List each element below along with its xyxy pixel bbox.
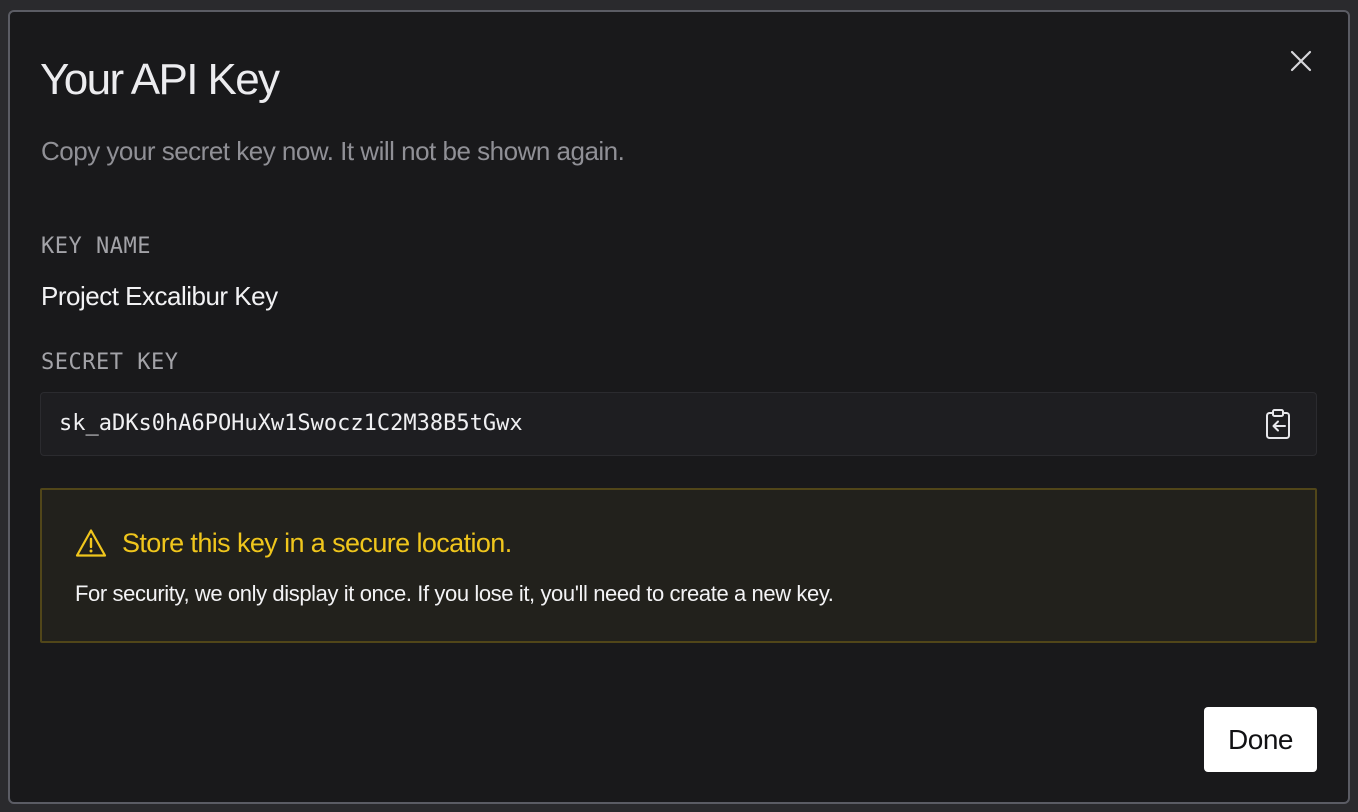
clipboard-copy-icon bbox=[1266, 409, 1290, 439]
key-name-value: Project Excalibur Key bbox=[41, 281, 278, 311]
api-key-dialog: Your API Key Copy your secret key now. I… bbox=[8, 10, 1350, 804]
close-button[interactable] bbox=[1286, 46, 1316, 76]
warning-callout: Store this key in a secure location. For… bbox=[40, 488, 1317, 643]
secret-key-field[interactable]: sk_aDKs0hA6POHuXw1Swocz1C2M38B5tGwx bbox=[40, 392, 1317, 456]
done-button[interactable]: Done bbox=[1204, 707, 1317, 772]
copy-button[interactable] bbox=[1261, 407, 1295, 441]
close-icon bbox=[1290, 50, 1312, 72]
key-name-label: KEY NAME bbox=[41, 234, 151, 259]
secret-key-value[interactable]: sk_aDKs0hA6POHuXw1Swocz1C2M38B5tGwx bbox=[59, 411, 523, 437]
dialog-title: Your API Key bbox=[40, 55, 280, 104]
secret-key-label: SECRET KEY bbox=[41, 350, 179, 375]
warning-body: For security, we only display it once. I… bbox=[75, 581, 834, 606]
warning-title: Store this key in a secure location. bbox=[122, 528, 512, 558]
warning-triangle-icon bbox=[75, 529, 107, 557]
dialog-subtitle: Copy your secret key now. It will not be… bbox=[41, 136, 625, 166]
